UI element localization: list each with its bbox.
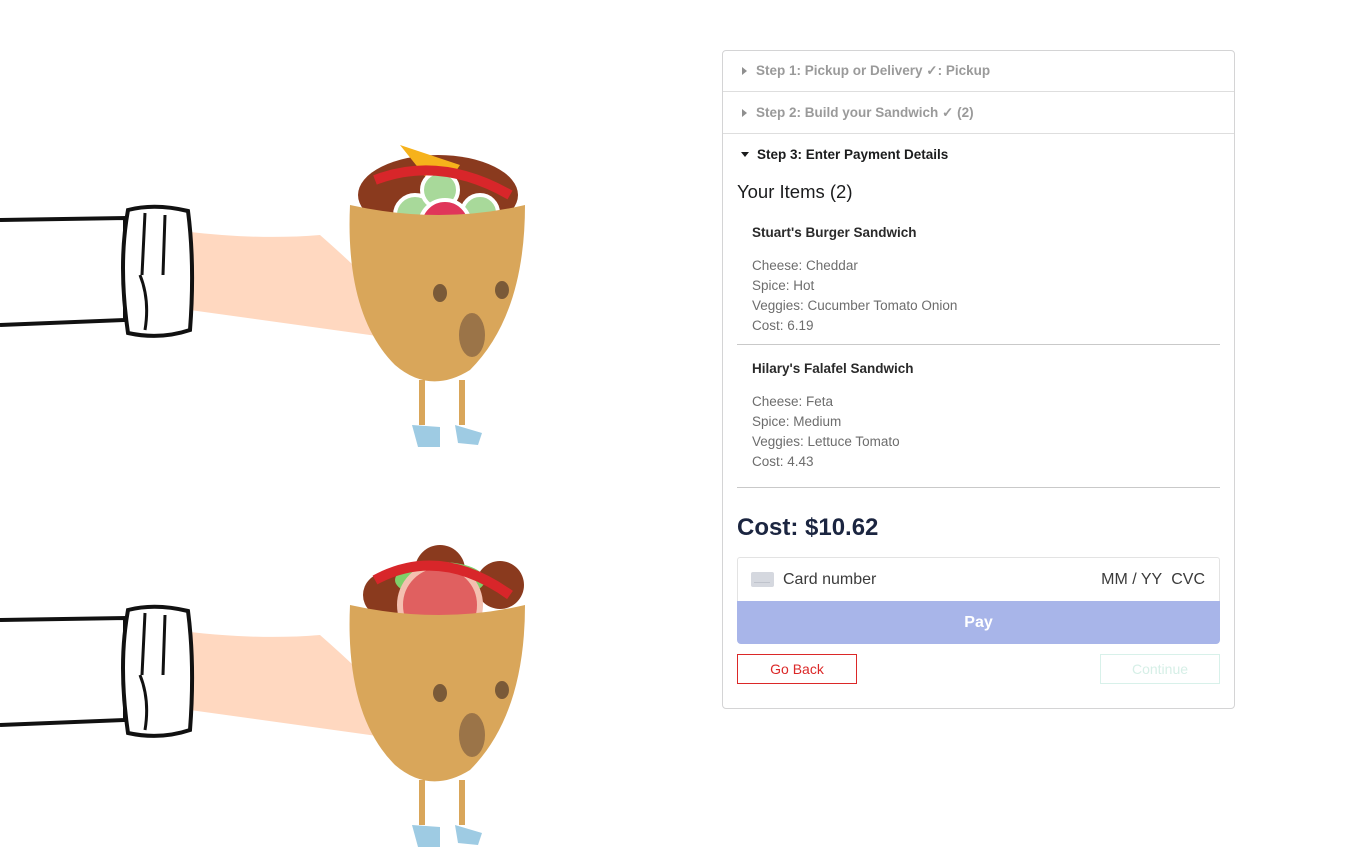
- item-cost: Cost: 6.19: [752, 318, 814, 333]
- order-item: Hilary's Falafel Sandwich Cheese: Feta S…: [737, 345, 1220, 488]
- falafel-sandwich-illustration: [0, 545, 525, 847]
- step-2-header[interactable]: Step 2: Build your Sandwich ✓ (2): [723, 92, 1234, 134]
- caret-right-icon: [742, 108, 747, 117]
- sandwich-character: [349, 145, 525, 447]
- item-spice: Spice: Medium: [752, 414, 842, 429]
- item-veggies: Veggies: Cucumber Tomato Onion: [752, 298, 958, 313]
- pay-button[interactable]: Pay: [737, 601, 1220, 644]
- step-1-header[interactable]: Step 1: Pickup or Delivery ✓: Pickup: [723, 51, 1234, 92]
- item-cheese: Cheese: Cheddar: [752, 258, 858, 273]
- item-cheese: Cheese: Feta: [752, 394, 834, 409]
- card-cvc-field[interactable]: CVC: [1171, 571, 1205, 589]
- item-spice: Spice: Hot: [752, 278, 815, 293]
- item-name: Hilary's Falafel Sandwich: [752, 361, 914, 376]
- caret-down-icon: [741, 152, 749, 157]
- card-expiry-field[interactable]: MM / YY: [1101, 571, 1162, 589]
- item-cost: Cost: 4.43: [752, 454, 814, 469]
- order-total: Cost: $10.62: [737, 514, 879, 541]
- continue-button[interactable]: Continue: [1100, 654, 1220, 684]
- step-3-label: Step 3: Enter Payment Details: [757, 147, 949, 162]
- sandwich-character: [349, 545, 525, 847]
- checkout-accordion: Step 1: Pickup or Delivery ✓: Pickup Ste…: [722, 50, 1235, 709]
- item-name: Stuart's Burger Sandwich: [752, 225, 917, 240]
- step-3-header[interactable]: Step 3: Enter Payment Details: [723, 134, 1234, 175]
- step-navigation: Go Back Continue: [737, 654, 1220, 684]
- go-back-button[interactable]: Go Back: [737, 654, 857, 684]
- payment-step-content: Your Items (2) Stuart's Burger Sandwich …: [723, 181, 1234, 684]
- burger-sandwich-illustration: [0, 145, 525, 447]
- credit-card-icon: [751, 572, 774, 587]
- step-1-label: Step 1: Pickup or Delivery ✓: Pickup: [756, 63, 991, 78]
- arm-illustration: [0, 604, 400, 738]
- caret-right-icon: [742, 67, 747, 75]
- card-number-field[interactable]: Card number: [783, 571, 1101, 589]
- card-input[interactable]: Card number MM / YY CVC: [737, 557, 1220, 601]
- item-veggies: Veggies: Lettuce Tomato: [752, 434, 900, 449]
- step-2-label: Step 2: Build your Sandwich ✓ (2): [756, 104, 974, 120]
- items-heading: Your Items (2): [737, 181, 853, 202]
- order-item: Stuart's Burger Sandwich Cheese: Cheddar…: [737, 203, 1220, 345]
- arm-illustration: [0, 204, 400, 338]
